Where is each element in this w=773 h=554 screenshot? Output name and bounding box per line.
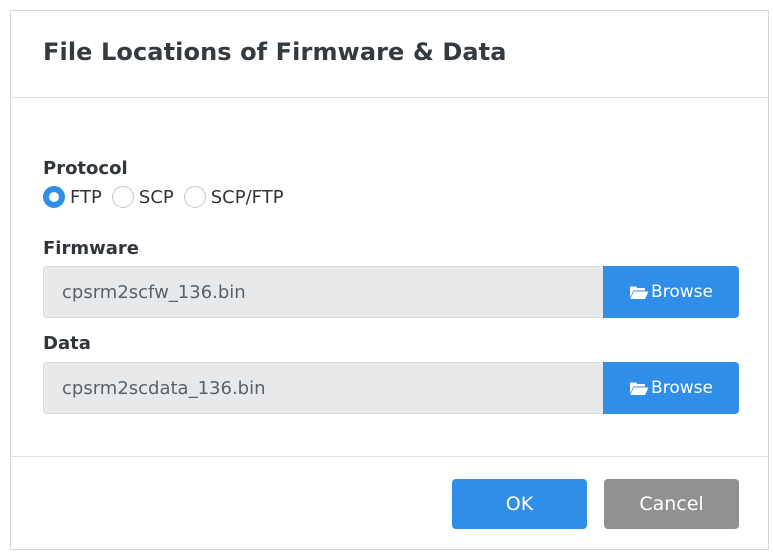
protocol-option-scp-ftp[interactable]: SCP/FTP bbox=[183, 186, 284, 208]
ok-button[interactable]: OK bbox=[452, 479, 587, 529]
dialog-footer: OK Cancel bbox=[11, 456, 768, 549]
cancel-button[interactable]: Cancel bbox=[604, 479, 739, 529]
file-locations-dialog: File Locations of Firmware & Data Protoc… bbox=[10, 10, 769, 550]
firmware-browse-label: Browse bbox=[651, 282, 713, 302]
firmware-label: Firmware bbox=[43, 238, 139, 259]
protocol-radio-group: FTP SCP SCP/FTP bbox=[43, 184, 294, 210]
data-browse-label: Browse bbox=[651, 378, 713, 398]
dialog-body: Protocol FTP SCP SCP/FTP Firmware cpsrm2… bbox=[11, 98, 768, 458]
dialog-title: File Locations of Firmware & Data bbox=[43, 38, 507, 66]
radio-ftp[interactable] bbox=[43, 186, 65, 208]
radio-label-scp-ftp: SCP/FTP bbox=[210, 186, 284, 208]
folder-open-icon bbox=[630, 286, 649, 299]
data-browse-button[interactable]: Browse bbox=[603, 362, 739, 414]
firmware-browse-button[interactable]: Browse bbox=[603, 266, 739, 318]
firmware-file-input[interactable] bbox=[43, 266, 603, 318]
radio-label-ftp: FTP bbox=[70, 186, 102, 208]
data-file-input[interactable] bbox=[43, 362, 603, 414]
radio-scp-ftp[interactable] bbox=[183, 186, 206, 208]
protocol-option-ftp[interactable]: FTP bbox=[43, 186, 102, 208]
protocol-option-scp[interactable]: SCP bbox=[111, 186, 174, 208]
data-input-group: Browse bbox=[43, 362, 739, 414]
folder-open-icon bbox=[630, 382, 649, 395]
radio-label-scp: SCP bbox=[138, 186, 174, 208]
data-label: Data bbox=[43, 333, 91, 354]
protocol-label: Protocol bbox=[43, 158, 128, 179]
dialog-header: File Locations of Firmware & Data bbox=[11, 11, 768, 98]
firmware-input-group: Browse bbox=[43, 266, 739, 318]
radio-scp[interactable] bbox=[111, 186, 134, 208]
